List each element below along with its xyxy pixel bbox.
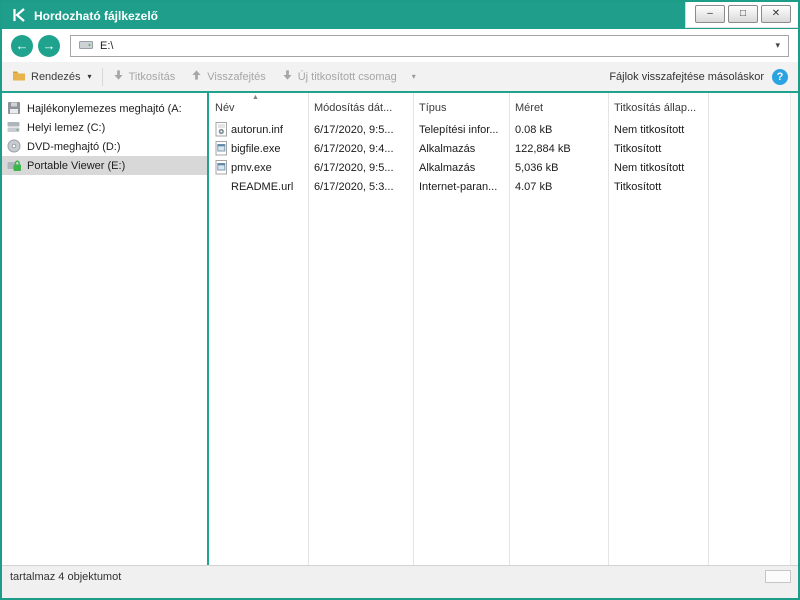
- file-row-bigfile-exe[interactable]: bigfile.exe 6/17/2020, 9:4... Alkalmazás…: [209, 139, 789, 158]
- status-text: tartalmaz 4 objektumot: [10, 571, 121, 583]
- toolbar: Rendezés ▾ Titkosítás Visszafejtés Új ti…: [2, 62, 798, 93]
- file-modified: 6/17/2020, 5:3...: [308, 177, 413, 196]
- exe-file-icon: [215, 141, 228, 156]
- column-header-type[interactable]: Típus: [413, 98, 509, 117]
- encrypt-label: Titkosítás: [129, 71, 176, 83]
- main-area: Hajlékonylemezes meghajtó (A: Helyi leme…: [2, 93, 798, 565]
- file-type: Telepítési infor...: [413, 120, 509, 139]
- drive-sidebar: Hajlékonylemezes meghajtó (A: Helyi leme…: [2, 93, 207, 565]
- locked-drive-icon: [7, 158, 22, 173]
- sidebar-item-drive-d[interactable]: DVD-meghajtó (D:): [2, 137, 207, 156]
- drive-icon: [79, 39, 93, 53]
- minimize-button[interactable]: –: [695, 5, 725, 23]
- close-button[interactable]: ✕: [761, 5, 791, 23]
- drive-label: Hajlékonylemezes meghajtó (A:: [27, 103, 182, 115]
- file-encryption-status: Nem titkosított: [608, 158, 708, 177]
- sidebar-item-drive-c[interactable]: Helyi lemez (C:): [2, 118, 207, 137]
- portable-file-manager-window: Hordozható fájlkezelő – □ ✕ ← → E:\ ▾: [0, 0, 800, 600]
- file-type: Internet-paran...: [413, 177, 509, 196]
- address-bar[interactable]: E:\ ▾: [70, 35, 789, 57]
- inf-file-icon: [215, 122, 228, 137]
- drive-label: DVD-meghajtó (D:): [27, 141, 121, 153]
- arrow-down-icon: [113, 69, 124, 84]
- encrypt-button[interactable]: Titkosítás: [113, 69, 176, 84]
- toolbar-separator: [102, 68, 103, 86]
- file-name: autorun.inf: [231, 124, 283, 136]
- chevron-down-icon[interactable]: ▾: [412, 72, 416, 81]
- decrypt-label: Visszafejtés: [207, 71, 266, 83]
- file-row-readme-url[interactable]: README.url 6/17/2020, 5:3... Internet-pa…: [209, 177, 789, 196]
- new-package-label: Új titkosított csomag: [298, 71, 397, 83]
- file-size: 4.07 kB: [509, 177, 608, 196]
- file-modified: 6/17/2020, 9:5...: [308, 120, 413, 139]
- file-encryption-status: Nem titkosított: [608, 120, 708, 139]
- file-modified: 6/17/2020, 9:4...: [308, 139, 413, 158]
- column-header-modified[interactable]: Módosítás dát...: [308, 98, 413, 117]
- file-name: README.url: [231, 181, 293, 193]
- column-header-name[interactable]: Név: [209, 98, 308, 117]
- file-name: pmv.exe: [231, 162, 272, 174]
- chevron-down-icon: ▾: [88, 72, 92, 81]
- decrypt-on-copy-option[interactable]: Fájlok visszafejtése másoláskor ?: [609, 69, 788, 85]
- column-header-encryption-status[interactable]: Titkosítás állap...: [608, 98, 708, 117]
- file-size: 122,884 kB: [509, 139, 608, 158]
- file-size: 0.08 kB: [509, 120, 608, 139]
- window-title: Hordozható fájlkezelő: [34, 9, 158, 23]
- arrow-down-icon: [282, 69, 293, 84]
- file-type: Alkalmazás: [413, 158, 509, 177]
- new-encrypted-package-button[interactable]: Új titkosított csomag ▾: [282, 69, 416, 84]
- arrow-up-icon: [191, 69, 202, 84]
- column-header-size[interactable]: Méret: [509, 98, 608, 117]
- hard-drive-icon: [7, 120, 22, 135]
- folder-icon: [12, 69, 26, 84]
- navigation-bar: ← → E:\ ▾: [2, 29, 798, 62]
- drive-label: Portable Viewer (E:): [27, 160, 125, 172]
- exe-file-icon: [215, 160, 228, 175]
- back-button[interactable]: ←: [11, 35, 33, 57]
- window-controls: – □ ✕: [685, 2, 798, 28]
- file-encryption-status: Titkosított: [608, 139, 708, 158]
- decrypt-button[interactable]: Visszafejtés: [191, 69, 266, 84]
- kaspersky-logo-icon: [10, 6, 28, 24]
- sidebar-item-drive-e-selected[interactable]: Portable Viewer (E:): [2, 156, 207, 175]
- address-text: E:\: [100, 40, 113, 52]
- maximize-button[interactable]: □: [728, 5, 758, 23]
- chevron-down-icon[interactable]: ▾: [775, 40, 780, 51]
- help-icon[interactable]: ?: [772, 69, 788, 85]
- column-headers: Név Módosítás dát... Típus Méret Titkosí…: [209, 98, 789, 117]
- organize-label: Rendezés: [31, 71, 81, 83]
- vertical-scrollbar[interactable]: [790, 93, 798, 565]
- url-file-icon: [215, 179, 228, 194]
- drive-label: Helyi lemez (C:): [27, 122, 105, 134]
- status-bar: tartalmaz 4 objektumot: [2, 565, 798, 598]
- file-name: bigfile.exe: [231, 143, 281, 155]
- file-list: ▲ Név Módosítás dát... Típus Méret Titko…: [209, 93, 789, 565]
- dvd-drive-icon: [7, 139, 22, 154]
- file-rows: autorun.inf 6/17/2020, 9:5... Telepítési…: [209, 120, 789, 196]
- floppy-drive-icon: [7, 101, 22, 116]
- title-bar: Hordozható fájlkezelő – □ ✕: [2, 2, 798, 29]
- file-size: 5,036 kB: [509, 158, 608, 177]
- file-row-autorun-inf[interactable]: autorun.inf 6/17/2020, 9:5... Telepítési…: [209, 120, 789, 139]
- file-encryption-status: Titkosított: [608, 177, 708, 196]
- sidebar-item-drive-a[interactable]: Hajlékonylemezes meghajtó (A:: [2, 99, 207, 118]
- file-modified: 6/17/2020, 9:5...: [308, 158, 413, 177]
- file-row-pmv-exe[interactable]: pmv.exe 6/17/2020, 9:5... Alkalmazás 5,0…: [209, 158, 789, 177]
- organize-button[interactable]: Rendezés ▾: [12, 69, 92, 84]
- horizontal-scrollbar[interactable]: [765, 570, 791, 583]
- forward-button[interactable]: →: [38, 35, 60, 57]
- file-type: Alkalmazás: [413, 139, 509, 158]
- decrypt-on-copy-label: Fájlok visszafejtése másoláskor: [609, 71, 764, 83]
